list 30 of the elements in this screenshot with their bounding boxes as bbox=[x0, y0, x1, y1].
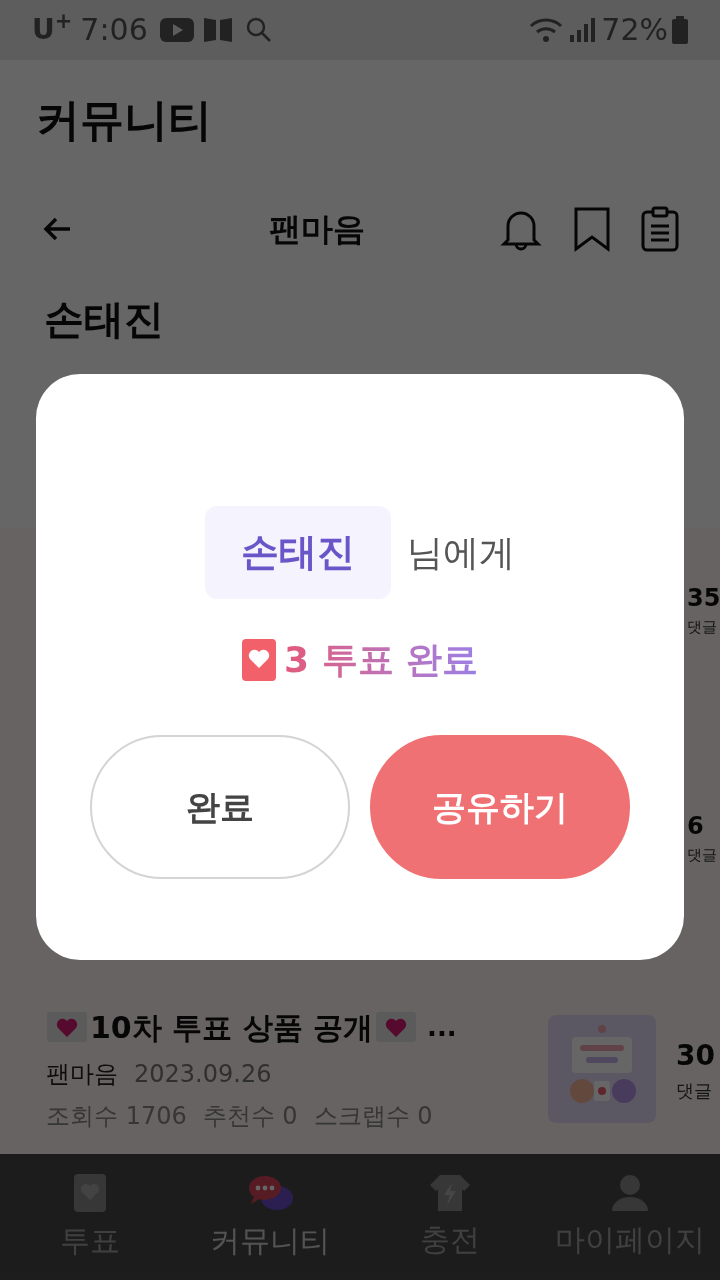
person-icon bbox=[610, 1172, 650, 1213]
section-title: 손태진 bbox=[44, 299, 164, 339]
page-title: 커뮤니티 bbox=[36, 92, 212, 147]
post-author: 팬마음 bbox=[46, 1058, 118, 1090]
board-title: 팬마음 bbox=[268, 209, 366, 251]
post-title-ellipsis: ... bbox=[427, 1010, 457, 1044]
battery-percent: 72% bbox=[601, 11, 668, 50]
clipboard-icon[interactable] bbox=[640, 206, 680, 253]
shirt-bolt-icon bbox=[428, 1172, 472, 1213]
comment-label: 댓글 bbox=[687, 617, 717, 639]
share-button[interactable]: 공유하기 bbox=[370, 735, 630, 879]
comment-label: 댓글 bbox=[676, 1078, 712, 1103]
comment-count: 35 bbox=[687, 583, 720, 615]
recipient-suffix: 님에게 bbox=[407, 530, 515, 575]
battery-icon bbox=[672, 15, 688, 44]
signal-icon bbox=[569, 16, 596, 43]
post-title: 10차 투표 상품 공개 bbox=[90, 1008, 374, 1047]
carrier-label: U$^{+}$ bbox=[32, 8, 73, 48]
heart-card-icon bbox=[72, 1171, 108, 1214]
search-icon bbox=[245, 16, 272, 43]
comment-count: 30 bbox=[676, 1037, 715, 1074]
comment-label: 댓글 bbox=[687, 845, 717, 867]
comment-count: 6 bbox=[687, 811, 704, 843]
done-button[interactable]: 완료 bbox=[90, 735, 350, 879]
heart-card-icon bbox=[241, 639, 276, 681]
recipient-name: 손태진 bbox=[205, 506, 391, 599]
app-icon bbox=[201, 15, 234, 44]
bookmark-icon[interactable] bbox=[572, 206, 612, 253]
clock-time: 7:06 bbox=[80, 11, 148, 50]
play-icon bbox=[159, 17, 194, 42]
